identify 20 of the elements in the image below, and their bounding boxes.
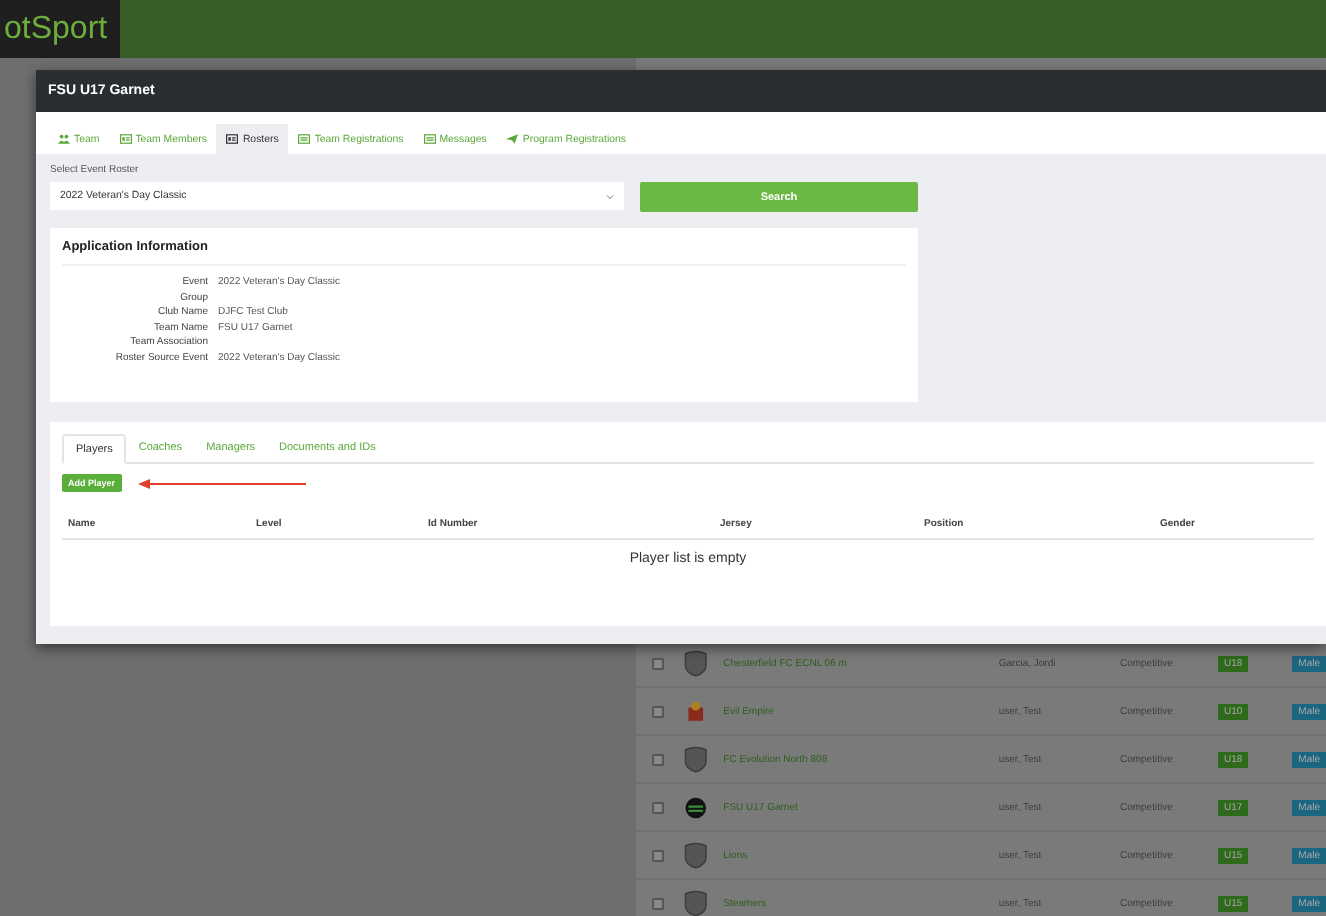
shield-icon [683, 841, 708, 869]
list-icon [423, 134, 436, 144]
people-icon [58, 134, 70, 144]
row-checkbox[interactable] [652, 705, 664, 717]
chevron-down-icon [606, 193, 614, 199]
list-icon [298, 134, 311, 144]
circle-logo-icon [683, 793, 708, 821]
row-checkbox[interactable] [652, 897, 664, 909]
shield-icon [683, 889, 708, 916]
paper-plane-icon [506, 134, 519, 144]
row-checkbox[interactable] [652, 801, 664, 813]
id-card-icon [119, 134, 132, 144]
shield-icon [683, 745, 708, 773]
emblem-icon [683, 697, 708, 725]
row-checkbox[interactable] [652, 849, 664, 861]
row-checkbox[interactable] [652, 657, 664, 669]
shield-icon [683, 649, 708, 677]
logo[interactable]: otSport [0, 0, 120, 58]
row-checkbox[interactable] [652, 753, 664, 765]
id-card-icon [226, 134, 239, 144]
